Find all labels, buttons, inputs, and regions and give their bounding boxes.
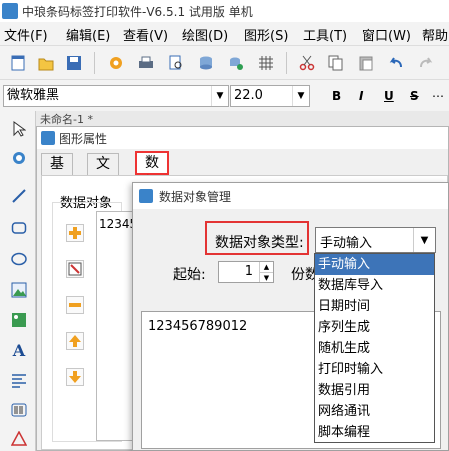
- title-bar: 中琅条码标签打印软件-V6.5.1 试用版 单机: [0, 0, 449, 22]
- toolbar-divider: [94, 52, 95, 74]
- stepper-up-icon[interactable]: ▲: [259, 262, 273, 272]
- add-icon[interactable]: [66, 224, 84, 242]
- font-name-select[interactable]: 微软雅黑 ▼: [3, 85, 229, 107]
- italic-button[interactable]: I: [359, 89, 363, 103]
- move-up-icon[interactable]: [66, 332, 84, 350]
- dropdown-option[interactable]: 随机生成: [315, 338, 434, 359]
- dropdown-option[interactable]: 数据引用: [315, 380, 434, 401]
- database-icon[interactable]: [196, 53, 216, 73]
- database-settings-icon[interactable]: [226, 53, 246, 73]
- dialog-title: 图形属性: [59, 132, 108, 146]
- app-icon: [2, 3, 18, 19]
- dropdown-option[interactable]: 打印时输入: [315, 359, 434, 380]
- toolbar-divider: [286, 52, 287, 74]
- text-tool-icon[interactable]: A: [9, 340, 29, 360]
- dropdown-option[interactable]: 日期时间: [315, 296, 434, 317]
- edit-icon[interactable]: [66, 260, 84, 278]
- menu-edit[interactable]: 编辑(E): [66, 25, 110, 44]
- open-icon[interactable]: [36, 53, 56, 73]
- menu-help[interactable]: 帮助: [422, 25, 448, 44]
- font-size-value: 22.0: [234, 88, 263, 103]
- grid-icon[interactable]: [256, 53, 276, 73]
- underline-button[interactable]: U: [384, 89, 394, 103]
- content-value: 123456789012: [148, 319, 248, 334]
- rich-text-tool-icon[interactable]: [9, 370, 29, 390]
- app-title: 中琅条码标签打印软件-V6.5.1 试用版 单机: [22, 5, 253, 19]
- shape-tool-icon[interactable]: [9, 429, 29, 449]
- tab-text[interactable]: 文字: [87, 153, 119, 192]
- print-icon[interactable]: [136, 53, 156, 73]
- copy-icon[interactable]: [326, 53, 346, 73]
- rotate-icon[interactable]: [9, 148, 29, 168]
- move-down-icon[interactable]: [66, 368, 84, 386]
- dropdown-option[interactable]: 数据库导入: [315, 275, 434, 296]
- dialog-title: 数据对象管理: [159, 190, 232, 204]
- chevron-down-icon[interactable]: ▼: [211, 86, 228, 106]
- format-toolbar: 微软雅黑 ▼ 22.0 ▼ B I U S ⋯: [0, 79, 449, 111]
- dropdown-option[interactable]: 脚本编程: [315, 422, 434, 443]
- menu-shape[interactable]: 图形(S): [244, 25, 288, 44]
- type-label: 数据对象类型:: [215, 235, 304, 251]
- redo-icon[interactable]: [416, 53, 436, 73]
- line-tool-icon[interactable]: [9, 186, 29, 206]
- select-pointer-icon[interactable]: [9, 119, 29, 139]
- rectangle-tool-icon[interactable]: [9, 218, 29, 238]
- print-preview-icon[interactable]: [166, 53, 186, 73]
- tab-datasource[interactable]: 数据源: [135, 151, 169, 211]
- type-select[interactable]: 手动输入 ▼: [315, 227, 436, 253]
- document-tab[interactable]: 未命名-1 *: [40, 111, 160, 127]
- dropdown-option[interactable]: 手动输入: [315, 254, 434, 275]
- main-toolbar: [0, 45, 449, 79]
- dialog-icon: [139, 189, 153, 203]
- tool-palette: A: [0, 111, 36, 451]
- ellipse-tool-icon[interactable]: [9, 249, 29, 269]
- stepper-down-icon[interactable]: ▼: [259, 272, 273, 282]
- font-size-select[interactable]: 22.0 ▼: [230, 85, 310, 107]
- bold-button[interactable]: B: [332, 89, 341, 103]
- paste-icon[interactable]: [356, 53, 376, 73]
- chevron-down-icon[interactable]: ▼: [292, 86, 309, 106]
- menu-window[interactable]: 窗口(W): [362, 25, 411, 44]
- menu-view[interactable]: 查看(V): [123, 25, 168, 44]
- save-icon[interactable]: [64, 53, 84, 73]
- cut-icon[interactable]: [297, 53, 317, 73]
- menu-bar: 文件(F) 编辑(E) 查看(V) 绘图(D) 图形(S) 工具(T) 窗口(W…: [0, 22, 449, 45]
- undo-icon[interactable]: [386, 53, 406, 73]
- picture-tool-icon[interactable]: [9, 310, 29, 330]
- more-format-icon[interactable]: ⋯: [432, 89, 444, 103]
- data-object-list[interactable]: 12345: [96, 211, 137, 441]
- tab-basic[interactable]: 基本: [41, 153, 73, 192]
- dropdown-option[interactable]: 序列生成: [315, 317, 434, 338]
- image-tool-icon[interactable]: [9, 280, 29, 300]
- barcode-tool-icon[interactable]: [9, 400, 29, 420]
- menu-draw[interactable]: 绘图(D): [182, 25, 228, 44]
- menu-file[interactable]: 文件(F): [4, 25, 48, 44]
- remove-icon[interactable]: [66, 296, 84, 314]
- type-dropdown-list: 手动输入 数据库导入 日期时间 序列生成 随机生成 打印时输入 数据引用 网络通…: [314, 253, 435, 443]
- start-stepper[interactable]: 1 ▲ ▼: [218, 261, 274, 283]
- new-icon[interactable]: [8, 53, 28, 73]
- dropdown-option[interactable]: 网络通讯: [315, 401, 434, 422]
- dialog-title-bar: 图形属性: [37, 127, 448, 149]
- font-name-value: 微软雅黑: [7, 88, 60, 103]
- type-select-value: 手动输入: [320, 236, 373, 251]
- settings-gear-icon[interactable]: [106, 53, 126, 73]
- strikethrough-button[interactable]: S: [410, 89, 419, 103]
- menu-tools[interactable]: 工具(T): [303, 25, 347, 44]
- start-label: 起始:: [173, 267, 206, 283]
- chevron-down-icon[interactable]: ▼: [413, 228, 435, 252]
- start-value: 1: [244, 264, 253, 279]
- dialog-icon: [41, 131, 55, 145]
- dialog-title-bar: 数据对象管理: [133, 183, 448, 209]
